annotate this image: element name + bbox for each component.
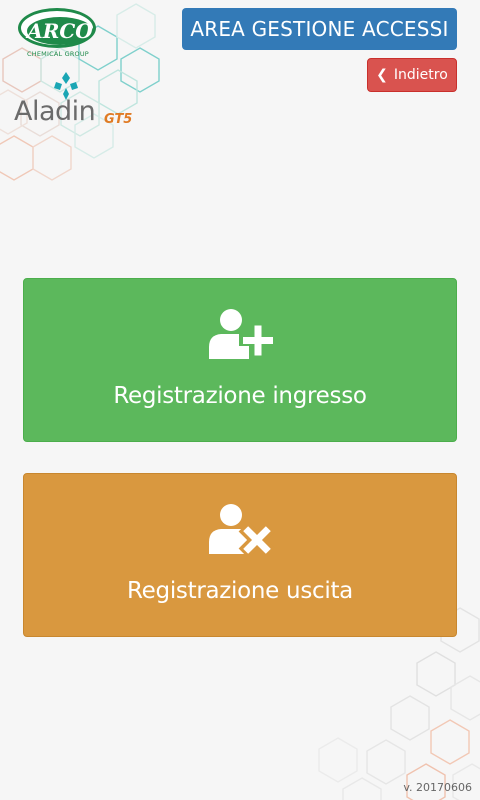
aladin-logo: Aladin GT5 (12, 72, 152, 132)
aladin-logo-text: Aladin (14, 96, 96, 127)
arco-logo-text: ARCO (27, 17, 93, 45)
registration-exit-button[interactable]: Registrazione uscita (23, 473, 457, 637)
arco-logo: ARCO CHEMICAL GROUP (16, 6, 100, 60)
page-title: AREA GESTIONE ACCESSI (182, 8, 457, 50)
back-button[interactable]: ❮ Indietro (367, 58, 457, 92)
back-button-label: Indietro (393, 67, 448, 83)
registration-entry-button[interactable]: Registrazione ingresso (23, 278, 457, 442)
chevron-left-icon: ❮ (376, 67, 388, 83)
arco-logo-oval: ARCO (18, 8, 96, 48)
arco-logo-subtext: CHEMICAL GROUP (27, 50, 89, 58)
user-times-icon (209, 504, 275, 556)
registration-exit-label: Registrazione uscita (127, 578, 353, 604)
version-label: v. 20170606 (403, 781, 472, 794)
user-plus-icon (209, 309, 275, 359)
aladin-logo-suffix: GT5 (104, 112, 133, 127)
registration-entry-label: Registrazione ingresso (113, 383, 367, 409)
